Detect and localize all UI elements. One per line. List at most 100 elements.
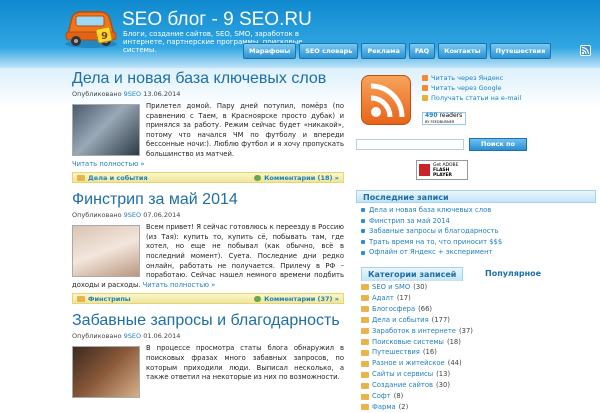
recent-item-label: Финстрип за май 2014 bbox=[369, 216, 450, 225]
post-title[interactable]: Финстрип за май 2014 bbox=[72, 191, 344, 209]
category-item[interactable]: Разное и житейское (44) bbox=[361, 358, 597, 369]
tab-popular[interactable]: Популярное bbox=[479, 267, 547, 281]
post-category[interactable]: Дела и события bbox=[77, 174, 148, 182]
meta-prefix: Опубликовано bbox=[72, 332, 122, 341]
site-title[interactable]: SEO блог - 9 SEO.RU bbox=[122, 9, 312, 31]
category-name: Поисковые системы bbox=[372, 337, 444, 346]
category-item[interactable]: Дела и события (177) bbox=[361, 315, 597, 326]
category-item[interactable]: Адалт (17) bbox=[361, 293, 597, 304]
folder-icon bbox=[361, 360, 369, 367]
category-item[interactable]: Поисковые системы (18) bbox=[361, 337, 597, 348]
folder-icon bbox=[77, 295, 85, 302]
subscribe-google-link[interactable]: Читать через Google bbox=[431, 83, 502, 93]
recent-item[interactable]: Офлайн от Яндекс + эксперимент bbox=[361, 247, 591, 258]
nav-contacts[interactable]: Контакты bbox=[438, 43, 487, 59]
get-flash-badge[interactable]: Get ADOBE FLASH PLAYER bbox=[416, 160, 468, 180]
post-author[interactable]: 9SEO bbox=[124, 332, 142, 340]
category-item[interactable]: Сайты и сервисы (13) bbox=[361, 369, 597, 380]
category-item[interactable]: Путешествия (16) bbox=[361, 347, 597, 358]
recent-posts-heading: Последние записи bbox=[356, 190, 596, 203]
post-comments[interactable]: Комментарии (37) » bbox=[254, 295, 339, 303]
main-content: Дела и новая база ключевых слов Опублико… bbox=[72, 68, 344, 400]
post-meta: Опубликовано 9SEO 01.06.2014 bbox=[72, 332, 344, 340]
category-name: Блогосфера bbox=[372, 304, 416, 313]
subscribe-email-link[interactable]: Получать статьи на e-mail bbox=[431, 93, 521, 103]
category-name: Путешествия bbox=[372, 348, 420, 357]
category-label: Дела и события bbox=[88, 173, 148, 182]
tab-categories[interactable]: Категории записей bbox=[361, 267, 464, 281]
subscribe-yandex-link[interactable]: Читать через Яндекс bbox=[431, 73, 503, 83]
rss-small-icon[interactable] bbox=[580, 45, 591, 56]
nav-marathons[interactable]: Марафоны bbox=[243, 43, 297, 59]
post-footer: Дела и события Комментарии (18) » bbox=[72, 172, 344, 184]
post-body: В процессе просмотра статы блога обнаруж… bbox=[72, 344, 344, 399]
site-header: 9 SEO блог - 9 SEO.RU Блоги, создание са… bbox=[0, 0, 600, 68]
post-thumbnail[interactable] bbox=[72, 346, 140, 399]
post-category[interactable]: Финстрипы bbox=[77, 295, 131, 303]
recent-item[interactable]: Забавные запросы и благодарность bbox=[361, 226, 591, 237]
folder-icon bbox=[361, 404, 369, 411]
readers-count: 490 bbox=[425, 112, 438, 119]
nav-faq[interactable]: FAQ bbox=[408, 43, 436, 59]
meta-prefix: Опубликовано bbox=[72, 90, 122, 98]
meta-prefix: Опубликовано bbox=[72, 211, 122, 220]
svg-text:9: 9 bbox=[101, 31, 108, 42]
category-item[interactable]: Блогосфера (66) bbox=[361, 304, 597, 315]
category-count: (30) bbox=[413, 283, 428, 291]
nav-advertising[interactable]: Реклама bbox=[361, 43, 406, 59]
post-thumbnail[interactable] bbox=[72, 104, 140, 156]
bullet-icon bbox=[361, 208, 365, 213]
category-item[interactable]: Заработок в интернете (37) bbox=[361, 326, 597, 337]
post-body: Прилетел домой. Пару дней потупил, помёр… bbox=[72, 102, 344, 169]
post-thumbnail[interactable] bbox=[72, 225, 140, 278]
comment-icon bbox=[254, 295, 262, 302]
recent-item[interactable]: Финстрип за май 2014 bbox=[361, 216, 591, 227]
post-title[interactable]: Дела и новая база ключевых слов bbox=[72, 70, 344, 88]
category-item[interactable]: Софт (8) bbox=[361, 391, 597, 402]
logo-car-icon[interactable]: 9 bbox=[60, 4, 122, 50]
nav-travel[interactable]: Путешествия bbox=[489, 43, 552, 59]
category-item[interactable]: Фарма (2) bbox=[361, 402, 597, 413]
post-comments[interactable]: Комментарии (18) » bbox=[254, 174, 339, 182]
folder-icon bbox=[361, 306, 369, 313]
readers-label: readers bbox=[439, 112, 463, 119]
recent-item[interactable]: Дела и новая база ключевых слов bbox=[361, 205, 591, 216]
bullet-icon bbox=[361, 218, 365, 223]
feedburner-counter[interactable]: 490 readers BY FEEDBURNER bbox=[422, 112, 466, 125]
sidebar: Читать через Яндекс Читать через Google … bbox=[356, 68, 600, 411]
post-title[interactable]: Забавные запросы и благодарность bbox=[72, 312, 344, 330]
folder-icon bbox=[361, 338, 369, 345]
recent-item-label: Трать время на то, что приносит $$$ bbox=[369, 237, 503, 246]
read-more-link[interactable]: Читать полностью » bbox=[72, 160, 145, 168]
category-name: Сайты и сервисы bbox=[372, 370, 434, 379]
email-icon bbox=[422, 95, 428, 101]
category-name: Софт bbox=[372, 392, 391, 401]
read-more-link[interactable]: Читать полностью » bbox=[143, 281, 216, 289]
post-date: 07.06.2014 bbox=[143, 211, 181, 220]
category-count: (17) bbox=[396, 293, 411, 302]
category-count: (44) bbox=[447, 359, 462, 368]
post-author[interactable]: 9SEO bbox=[124, 211, 142, 219]
search-input[interactable] bbox=[356, 139, 464, 150]
bullet-icon bbox=[361, 240, 365, 245]
post-date: 01.06.2014 bbox=[143, 332, 181, 341]
recent-item[interactable]: Трать время на то, что приносит $$$ bbox=[361, 237, 591, 248]
recent-item-label: Офлайн от Яндекс + эксперимент bbox=[369, 248, 493, 257]
category-count: (66) bbox=[418, 304, 433, 313]
search-button[interactable]: Поиск по блогу bbox=[469, 138, 527, 159]
category-item[interactable]: SEO и SMO (30) bbox=[361, 282, 597, 293]
category-count: (8) bbox=[393, 392, 404, 401]
nav-seo-dictionary[interactable]: SEO словарь bbox=[299, 43, 359, 59]
post: Дела и новая база ключевых слов Опублико… bbox=[72, 70, 344, 184]
category-name: Фарма bbox=[372, 402, 396, 411]
category-count: (177) bbox=[431, 315, 450, 324]
recent-posts-list: Дела и новая база ключевых слов Финстрип… bbox=[361, 205, 591, 258]
flash-line2: FLASH PLAYER bbox=[433, 168, 453, 178]
rss-feed-icon[interactable] bbox=[361, 75, 411, 125]
category-name: Создание сайтов bbox=[372, 381, 434, 390]
post-author[interactable]: 9SEO bbox=[124, 90, 142, 98]
post-footer: Финстрипы Комментарии (37) » bbox=[72, 293, 344, 305]
comment-icon bbox=[254, 174, 262, 181]
category-item[interactable]: Создание сайтов (30) bbox=[361, 380, 597, 391]
post-date: 13.06.2014 bbox=[143, 90, 181, 98]
